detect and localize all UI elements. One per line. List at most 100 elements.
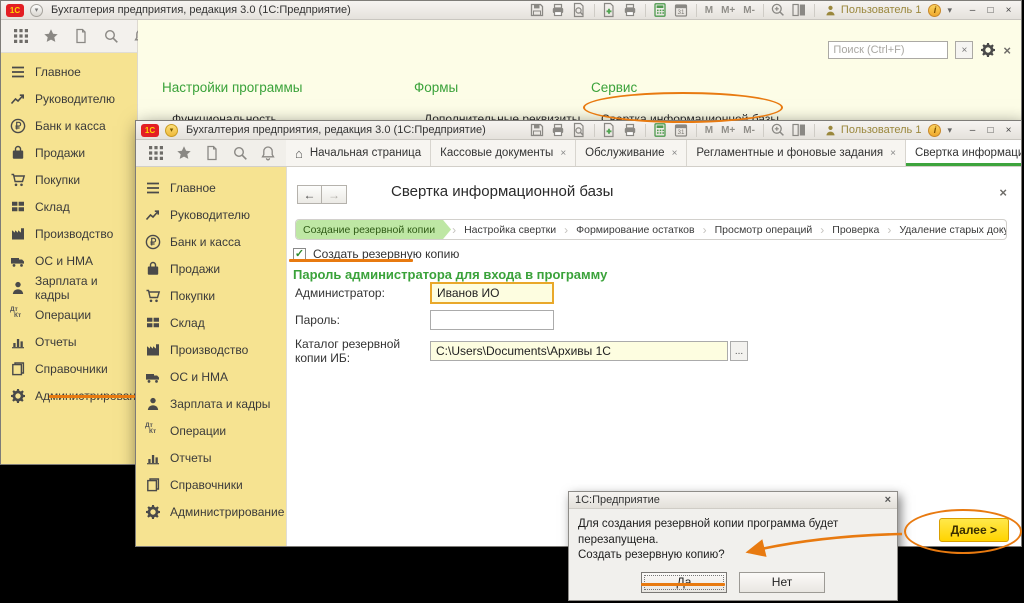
sidebar-item-sales[interactable]: Продажи <box>1 139 137 166</box>
memory-m-button[interactable]: M <box>703 125 715 136</box>
zoom-icon[interactable] <box>770 122 787 138</box>
print-preview-icon[interactable] <box>571 2 588 18</box>
sidebar-item-directories[interactable]: Справочники <box>136 471 286 498</box>
close-icon[interactable]: × <box>1001 123 1016 137</box>
panel-settings-gear-icon[interactable] <box>980 42 996 58</box>
split-view-icon[interactable] <box>791 2 808 18</box>
current-user[interactable]: Пользователь 1 <box>821 124 925 137</box>
no-button[interactable]: Нет <box>739 572 825 593</box>
page-close-icon[interactable]: × <box>999 185 1007 200</box>
menu-grid-icon[interactable] <box>148 145 164 161</box>
sidebar-item-production[interactable]: Производство <box>1 220 137 247</box>
main-menu-button[interactable]: ▾ <box>30 4 43 17</box>
zoom-icon[interactable] <box>770 2 787 18</box>
print-icon[interactable] <box>550 2 567 18</box>
sidebar-item-salary-hr[interactable]: Зарплата и кадры <box>1 274 137 301</box>
sidebar-item-purchases[interactable]: Покупки <box>136 282 286 309</box>
memory-m-button[interactable]: M <box>703 5 715 16</box>
sidebar-item-production[interactable]: Производство <box>136 336 286 363</box>
add-document-icon[interactable] <box>601 122 618 138</box>
calculator-icon[interactable] <box>652 122 669 138</box>
sidebar-item-os-nma[interactable]: ОС и НМА <box>1 247 137 274</box>
sidebar-item-administration[interactable]: Администрирование <box>1 382 137 409</box>
sidebar-item-bank-cash[interactable]: Банк и касса <box>136 228 286 255</box>
sidebar-item-reports[interactable]: Отчеты <box>136 444 286 471</box>
dialog-close-icon[interactable]: × <box>885 494 891 506</box>
print-icon[interactable] <box>550 122 567 138</box>
administrator-field[interactable] <box>430 282 554 304</box>
backup-checkbox-row[interactable]: ✓ Создать резервную копию <box>293 247 459 261</box>
calendar-icon[interactable]: 31 <box>673 122 690 138</box>
wizard-step-1[interactable]: Создание резервной копии <box>296 220 451 239</box>
sidebar-item-operations[interactable]: ДтКтОперации <box>136 417 286 444</box>
history-icon[interactable] <box>72 28 89 45</box>
favorites-star-icon[interactable] <box>176 145 192 161</box>
browse-button[interactable]: ... <box>730 341 748 361</box>
forward-button[interactable]: → <box>322 185 347 204</box>
sidebar-item-warehouse[interactable]: Склад <box>1 193 137 220</box>
wizard-step-2[interactable]: Настройка свертки <box>457 220 563 239</box>
search-input[interactable] <box>828 41 948 59</box>
chevron-down-icon[interactable]: ▾ <box>945 125 954 136</box>
sidebar-item-sales[interactable]: Продажи <box>136 255 286 282</box>
sidebar-item-salary-hr[interactable]: Зарплата и кадры <box>136 390 286 417</box>
search-clear-icon[interactable]: × <box>955 41 973 59</box>
notifications-bell-icon[interactable] <box>260 145 276 161</box>
sidebar-item-bank-cash[interactable]: Банк и касса <box>1 112 137 139</box>
tab-scheduled-jobs[interactable]: Регламентные и фоновые задания× <box>687 140 906 166</box>
send-print-icon[interactable] <box>622 2 639 18</box>
info-icon[interactable]: i <box>928 124 941 137</box>
wizard-step-3[interactable]: Формирование остатков <box>569 220 701 239</box>
sidebar-item-warehouse[interactable]: Склад <box>136 309 286 336</box>
backup-checkbox[interactable]: ✓ <box>293 248 306 261</box>
maximize-icon[interactable]: □ <box>983 123 998 137</box>
panel-close-icon[interactable]: × <box>1003 43 1011 58</box>
memory-m-plus-button[interactable]: M+ <box>719 125 737 136</box>
history-icon[interactable] <box>204 145 220 161</box>
sidebar-item-administration[interactable]: Администрирование <box>136 498 286 525</box>
save-icon[interactable] <box>529 122 546 138</box>
sidebar-item-main[interactable]: Главное <box>136 174 286 201</box>
split-view-icon[interactable] <box>791 122 808 138</box>
close-icon[interactable]: × <box>1001 3 1016 17</box>
memory-m-minus-button[interactable]: M- <box>741 125 757 136</box>
main-menu-button[interactable]: ▾ <box>165 124 178 137</box>
sidebar-item-directories[interactable]: Справочники <box>1 355 137 382</box>
tab-cash-documents[interactable]: Кассовые документы× <box>431 140 576 166</box>
wizard-step-5[interactable]: Проверка <box>825 220 886 239</box>
memory-m-minus-button[interactable]: M- <box>741 5 757 16</box>
search-icon[interactable] <box>102 28 119 45</box>
yes-button[interactable]: Да <box>641 572 727 593</box>
favorites-star-icon[interactable] <box>42 28 59 45</box>
send-print-icon[interactable] <box>622 122 639 138</box>
tab-close-icon[interactable]: × <box>560 148 566 159</box>
chevron-down-icon[interactable]: ▾ <box>945 5 954 16</box>
current-user[interactable]: Пользователь 1 <box>821 4 925 17</box>
tab-maintenance[interactable]: Обслуживание× <box>576 140 687 166</box>
menu-grid-icon[interactable] <box>12 28 29 45</box>
minimize-icon[interactable]: – <box>965 123 980 137</box>
tab-db-rollup[interactable]: Свертка информационной базы× <box>906 140 1021 166</box>
sidebar-item-reports[interactable]: Отчеты <box>1 328 137 355</box>
print-preview-icon[interactable] <box>571 122 588 138</box>
sidebar-item-operations[interactable]: ДтКтОперации <box>1 301 137 328</box>
tab-home[interactable]: ⌂Начальная страница <box>286 140 431 166</box>
sidebar-item-purchases[interactable]: Покупки <box>1 166 137 193</box>
password-field[interactable] <box>430 310 554 330</box>
minimize-icon[interactable]: – <box>965 3 980 17</box>
tab-close-icon[interactable]: × <box>672 148 678 159</box>
sidebar-item-manager[interactable]: Руководителю <box>1 85 137 112</box>
info-icon[interactable]: i <box>928 4 941 17</box>
add-document-icon[interactable] <box>601 2 618 18</box>
sidebar-item-main[interactable]: Главное <box>1 58 137 85</box>
memory-m-plus-button[interactable]: M+ <box>719 5 737 16</box>
next-button[interactable]: Далее > <box>939 518 1009 542</box>
back-button[interactable]: ← <box>297 185 322 204</box>
maximize-icon[interactable]: □ <box>983 3 998 17</box>
wizard-step-4[interactable]: Просмотр операций <box>708 220 820 239</box>
save-icon[interactable] <box>529 2 546 18</box>
backup-folder-field[interactable] <box>430 341 728 361</box>
calculator-icon[interactable] <box>652 2 669 18</box>
sidebar-item-manager[interactable]: Руководителю <box>136 201 286 228</box>
tab-close-icon[interactable]: × <box>890 148 896 159</box>
